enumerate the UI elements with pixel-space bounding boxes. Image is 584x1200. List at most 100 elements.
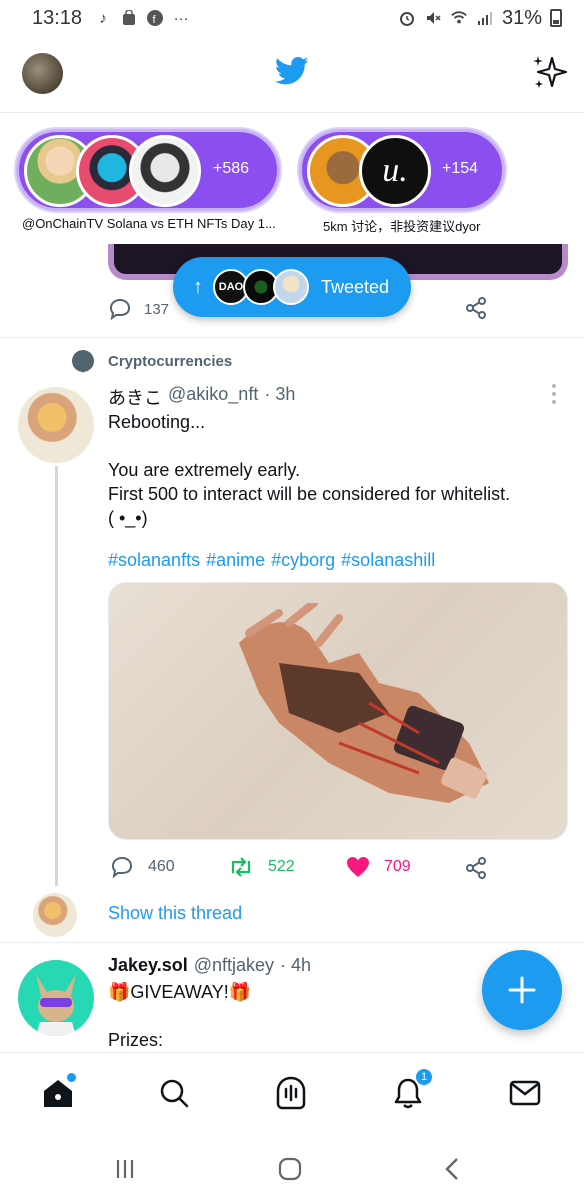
arrow-up-icon: ↑ — [193, 275, 203, 298]
hashtag-link[interactable]: #anime — [206, 550, 265, 571]
tweet-line: Rebooting... — [108, 412, 206, 432]
mail-icon — [509, 1080, 541, 1106]
share-button[interactable] — [464, 856, 488, 880]
new-content-dot — [67, 1073, 76, 1082]
tweet-line: 🎁GIVEAWAY!🎁 — [108, 982, 252, 1002]
pill-label: Tweeted — [321, 276, 390, 297]
tweet-line: You are extremely early. — [108, 460, 301, 480]
divider — [0, 942, 584, 943]
like-button[interactable]: 709 — [346, 856, 411, 878]
space-listener-count: +586 — [213, 160, 250, 177]
retweet-button[interactable]: 522 — [228, 856, 295, 878]
status-notification-icons: ♪ f ··· — [94, 9, 190, 27]
space-host-avatar: u. — [359, 135, 431, 207]
new-tweets-pill[interactable]: ↑ DAO Tweeted — [173, 257, 411, 317]
signal-icon — [476, 9, 494, 27]
status-bar: 13:18 ♪ f ··· 31% — [0, 0, 584, 36]
more-options-icon[interactable] — [552, 384, 558, 404]
home-system-button[interactable] — [275, 1154, 305, 1184]
show-thread-link[interactable]: Show this thread — [108, 903, 242, 924]
share-icon — [466, 297, 486, 319]
nav-search[interactable] — [154, 1073, 194, 1113]
author-avatar[interactable] — [18, 960, 94, 1036]
alarm-icon — [398, 9, 416, 27]
tweet-time: · 3h — [264, 384, 296, 404]
wifi-icon — [450, 9, 468, 27]
tweet-text: Rebooting... You are extremely early. Fi… — [108, 410, 568, 530]
pill-avatar — [273, 269, 309, 305]
recent-apps-button[interactable] — [110, 1154, 140, 1184]
hashtag-link[interactable]: #cyborg — [271, 550, 335, 571]
heart-icon — [347, 857, 369, 877]
cyborg-hand-image — [239, 603, 489, 803]
back-button[interactable] — [438, 1154, 468, 1184]
notification-badge: 1 — [414, 1067, 434, 1087]
space-caption: @OnChainTV Solana vs ETH NFTs Day 1... — [22, 216, 276, 231]
retweet-icon — [231, 857, 251, 877]
author-avatar[interactable] — [18, 387, 94, 463]
reply-count: 137 — [144, 300, 170, 318]
space-card[interactable]: +586 — [16, 129, 280, 211]
nav-home[interactable] — [38, 1073, 78, 1113]
tiktok-icon: ♪ — [99, 9, 107, 27]
share-button[interactable] — [464, 296, 488, 325]
thread-line — [55, 466, 58, 886]
more-dots-icon: ··· — [173, 9, 189, 27]
bottom-navigation: 1 — [0, 1052, 584, 1132]
reply-button[interactable]: 137 — [108, 298, 169, 320]
status-time: 13:18 — [32, 6, 83, 29]
reply-button[interactable]: 460 — [110, 856, 175, 878]
tweet-header: Jakey.sol @nftjakey · 4h — [108, 955, 311, 976]
thread-author-avatar[interactable] — [33, 893, 77, 937]
shopping-icon — [120, 9, 138, 27]
twitter-logo-icon[interactable] — [274, 56, 309, 86]
space-card[interactable]: u. +154 — [299, 129, 505, 211]
tweet-line: First 500 to interact will be considered… — [108, 484, 511, 504]
tweet-text: 🎁GIVEAWAY!🎁 Prizes: — [108, 980, 251, 1052]
recent-apps-icon — [116, 1160, 134, 1178]
tweet-time: · 4h — [280, 955, 312, 975]
author-name[interactable]: Jakey.sol — [108, 955, 188, 976]
retweet-count: 522 — [268, 858, 295, 875]
author-handle[interactable]: @nftjakey — [194, 955, 274, 976]
home-circle-icon — [278, 1157, 302, 1181]
topic-label: Cryptocurrencies — [108, 352, 233, 370]
reply-icon — [111, 856, 133, 878]
tweet-header: あきこ @akiko_nft · 3h — [108, 384, 295, 410]
system-navigation — [0, 1132, 584, 1200]
nav-messages[interactable] — [505, 1073, 545, 1113]
author-name[interactable]: あきこ — [108, 384, 162, 410]
tweet-line — [108, 1004, 251, 1028]
tweet-actions: 460 522 709 — [108, 852, 568, 886]
author-handle[interactable]: @akiko_nft — [168, 384, 258, 410]
space-host-avatar — [129, 135, 201, 207]
back-icon — [445, 1158, 458, 1180]
topic-icon — [72, 350, 94, 373]
nav-notifications[interactable]: 1 — [388, 1067, 434, 1113]
reply-count: 460 — [148, 858, 175, 875]
nav-spaces[interactable] — [271, 1073, 311, 1113]
search-icon — [160, 1079, 189, 1108]
hashtag-link[interactable]: #solanashill — [341, 550, 435, 571]
divider — [0, 337, 584, 338]
pill-avatars: DAO — [213, 269, 309, 305]
topic-context[interactable]: Cryptocurrencies — [72, 350, 233, 373]
mute-icon — [424, 9, 442, 27]
reply-icon — [109, 298, 131, 320]
tweet-image[interactable] — [108, 582, 568, 840]
tweet-line: Prizes: — [108, 1030, 164, 1050]
spaces-strip: +586 @OnChainTV Solana vs ETH NFTs Day 1… — [0, 114, 584, 244]
profile-avatar[interactable] — [22, 53, 63, 94]
space-listener-count: +154 — [442, 160, 479, 177]
battery-icon — [550, 9, 562, 27]
space-caption: 5km 讨论，非投资建议dyor — [323, 219, 481, 234]
tweet-line — [108, 434, 568, 458]
hashtag-link[interactable]: #solananfts — [108, 550, 200, 571]
plus-icon — [508, 976, 536, 1004]
spaces-icon — [276, 1076, 306, 1110]
facebook-icon: f — [146, 9, 164, 27]
sparkle-icon[interactable] — [530, 54, 568, 92]
pill-avatar-text: DAO — [218, 281, 244, 293]
compose-tweet-button[interactable] — [482, 950, 562, 1030]
hashtags: #solananfts #anime #cyborg #solanashill — [108, 550, 435, 571]
